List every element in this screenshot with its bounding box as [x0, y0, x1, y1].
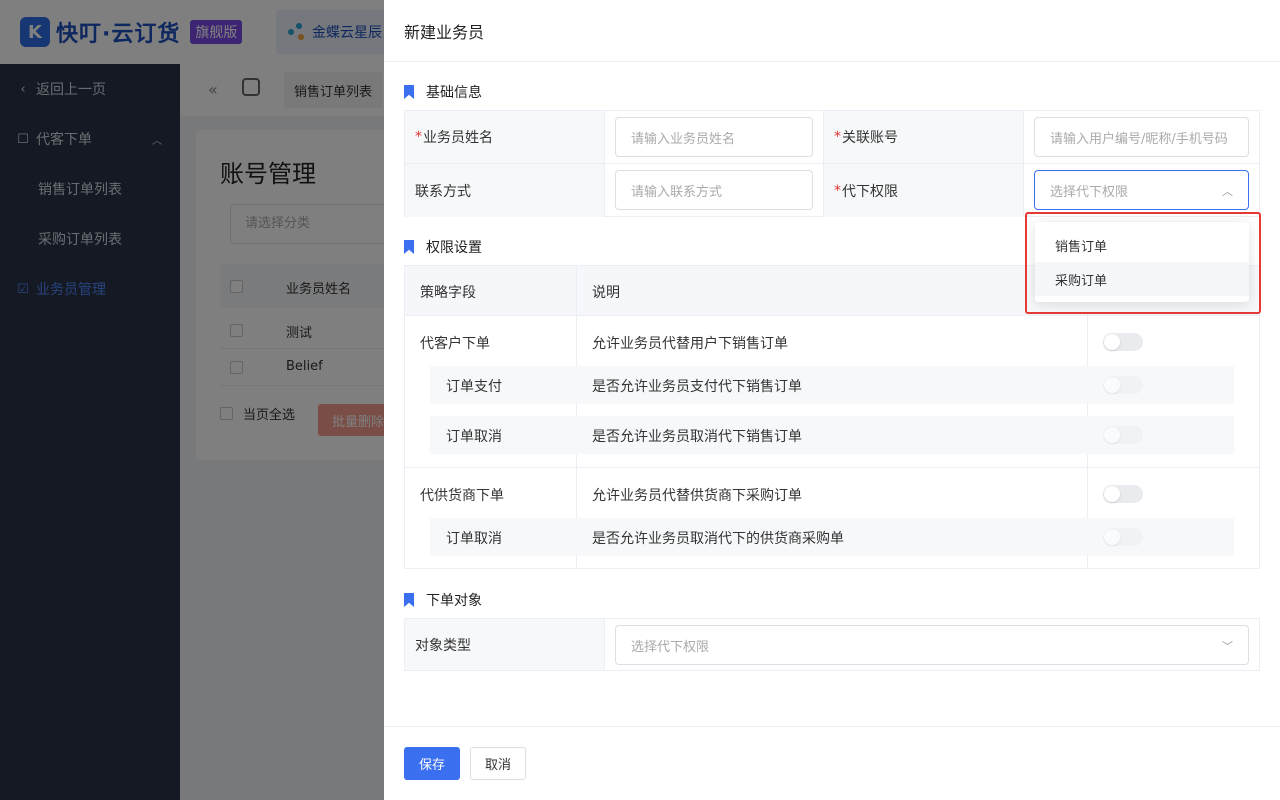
- section-basic: 基础信息: [404, 82, 482, 102]
- contact-label-cell: 联系方式: [405, 164, 605, 217]
- perm-toggle[interactable]: [1103, 426, 1143, 444]
- col-field: 策略字段: [420, 285, 476, 301]
- perm-field: 订单取消: [446, 429, 502, 445]
- perm-field: 订单支付: [446, 379, 502, 395]
- section-permission: 权限设置: [404, 237, 482, 257]
- account-label-cell: * 关联账号: [824, 111, 1024, 164]
- contact-input[interactable]: 请输入联系方式: [615, 170, 813, 210]
- col-desc: 说明: [592, 285, 620, 301]
- perm-subrow: 订单支付 是否允许业务员支付代下销售订单: [430, 366, 1234, 404]
- proxy-label: 代下权限: [842, 183, 898, 200]
- target-label-cell: 对象类型: [405, 619, 605, 670]
- highlight-box: [1025, 212, 1261, 314]
- bookmark-icon: [404, 85, 414, 99]
- account-label: 关联账号: [842, 130, 898, 146]
- required-mark: *: [834, 182, 841, 199]
- drawer-footer: 保存 取消: [384, 726, 1280, 800]
- app: K 快叮·云订货 旗舰版 金蝶云星辰 ‹ 返回上一页 ☐ 代客下单 ︿ 销售订单…: [0, 0, 1280, 800]
- cancel-button[interactable]: 取消: [470, 747, 526, 780]
- proxy-label-cell: * 代下权限: [824, 164, 1024, 217]
- name-input[interactable]: 请输入业务员姓名: [615, 117, 813, 157]
- perm-desc: 是否允许业务员取消代下的供货商采购单: [592, 531, 844, 547]
- perm-field: 代供货商下单: [420, 488, 504, 504]
- perm-field: 订单取消: [446, 531, 502, 547]
- perm-desc: 允许业务员代替用户下销售订单: [592, 336, 788, 352]
- perm-desc: 是否允许业务员支付代下销售订单: [592, 379, 802, 395]
- create-salesman-drawer: 新建业务员 基础信息 * 业务员姓名 * 关联账号 联系方式 * 代下权限 请输…: [384, 0, 1280, 800]
- proxy-permission-select[interactable]: 选择代下权限 ︿: [1034, 170, 1249, 210]
- required-mark: *: [415, 129, 422, 145]
- perm-field: 代客户下单: [420, 336, 490, 352]
- perm-subrow: 订单取消 是否允许业务员取消代下销售订单: [430, 416, 1234, 454]
- proxy-select-value: 选择代下权限: [1050, 184, 1129, 200]
- target-type-select[interactable]: 选择代下权限 ﹀: [615, 625, 1249, 665]
- section-target-title: 下单对象: [426, 593, 482, 609]
- perm-desc: 是否允许业务员取消代下销售订单: [592, 429, 802, 445]
- perm-toggle[interactable]: [1103, 376, 1143, 394]
- perm-desc: 允许业务员代替供货商下采购订单: [592, 488, 802, 504]
- contact-label: 联系方式: [415, 183, 471, 200]
- required-mark: *: [834, 129, 841, 145]
- bookmark-icon: [404, 240, 414, 254]
- section-basic-title: 基础信息: [426, 85, 482, 101]
- perm-toggle[interactable]: [1103, 485, 1143, 503]
- target-label: 对象类型: [415, 637, 471, 654]
- section-permission-title: 权限设置: [426, 240, 482, 256]
- name-label-cell: * 业务员姓名: [405, 111, 605, 164]
- name-label: 业务员姓名: [423, 130, 493, 146]
- drawer-title: 新建业务员: [384, 0, 1280, 62]
- target-select-value: 选择代下权限: [631, 639, 710, 655]
- section-target: 下单对象: [404, 590, 482, 610]
- bookmark-icon: [404, 593, 414, 607]
- perm-toggle[interactable]: [1103, 333, 1143, 351]
- account-input[interactable]: 请输入用户编号/昵称/手机号码: [1034, 117, 1249, 157]
- chevron-down-icon: ﹀: [1222, 640, 1233, 653]
- save-button[interactable]: 保存: [404, 747, 460, 780]
- perm-subrow: 订单取消 是否允许业务员取消代下的供货商采购单: [430, 518, 1234, 556]
- perm-toggle[interactable]: [1103, 528, 1143, 546]
- chevron-up-icon: ︿: [1222, 185, 1233, 198]
